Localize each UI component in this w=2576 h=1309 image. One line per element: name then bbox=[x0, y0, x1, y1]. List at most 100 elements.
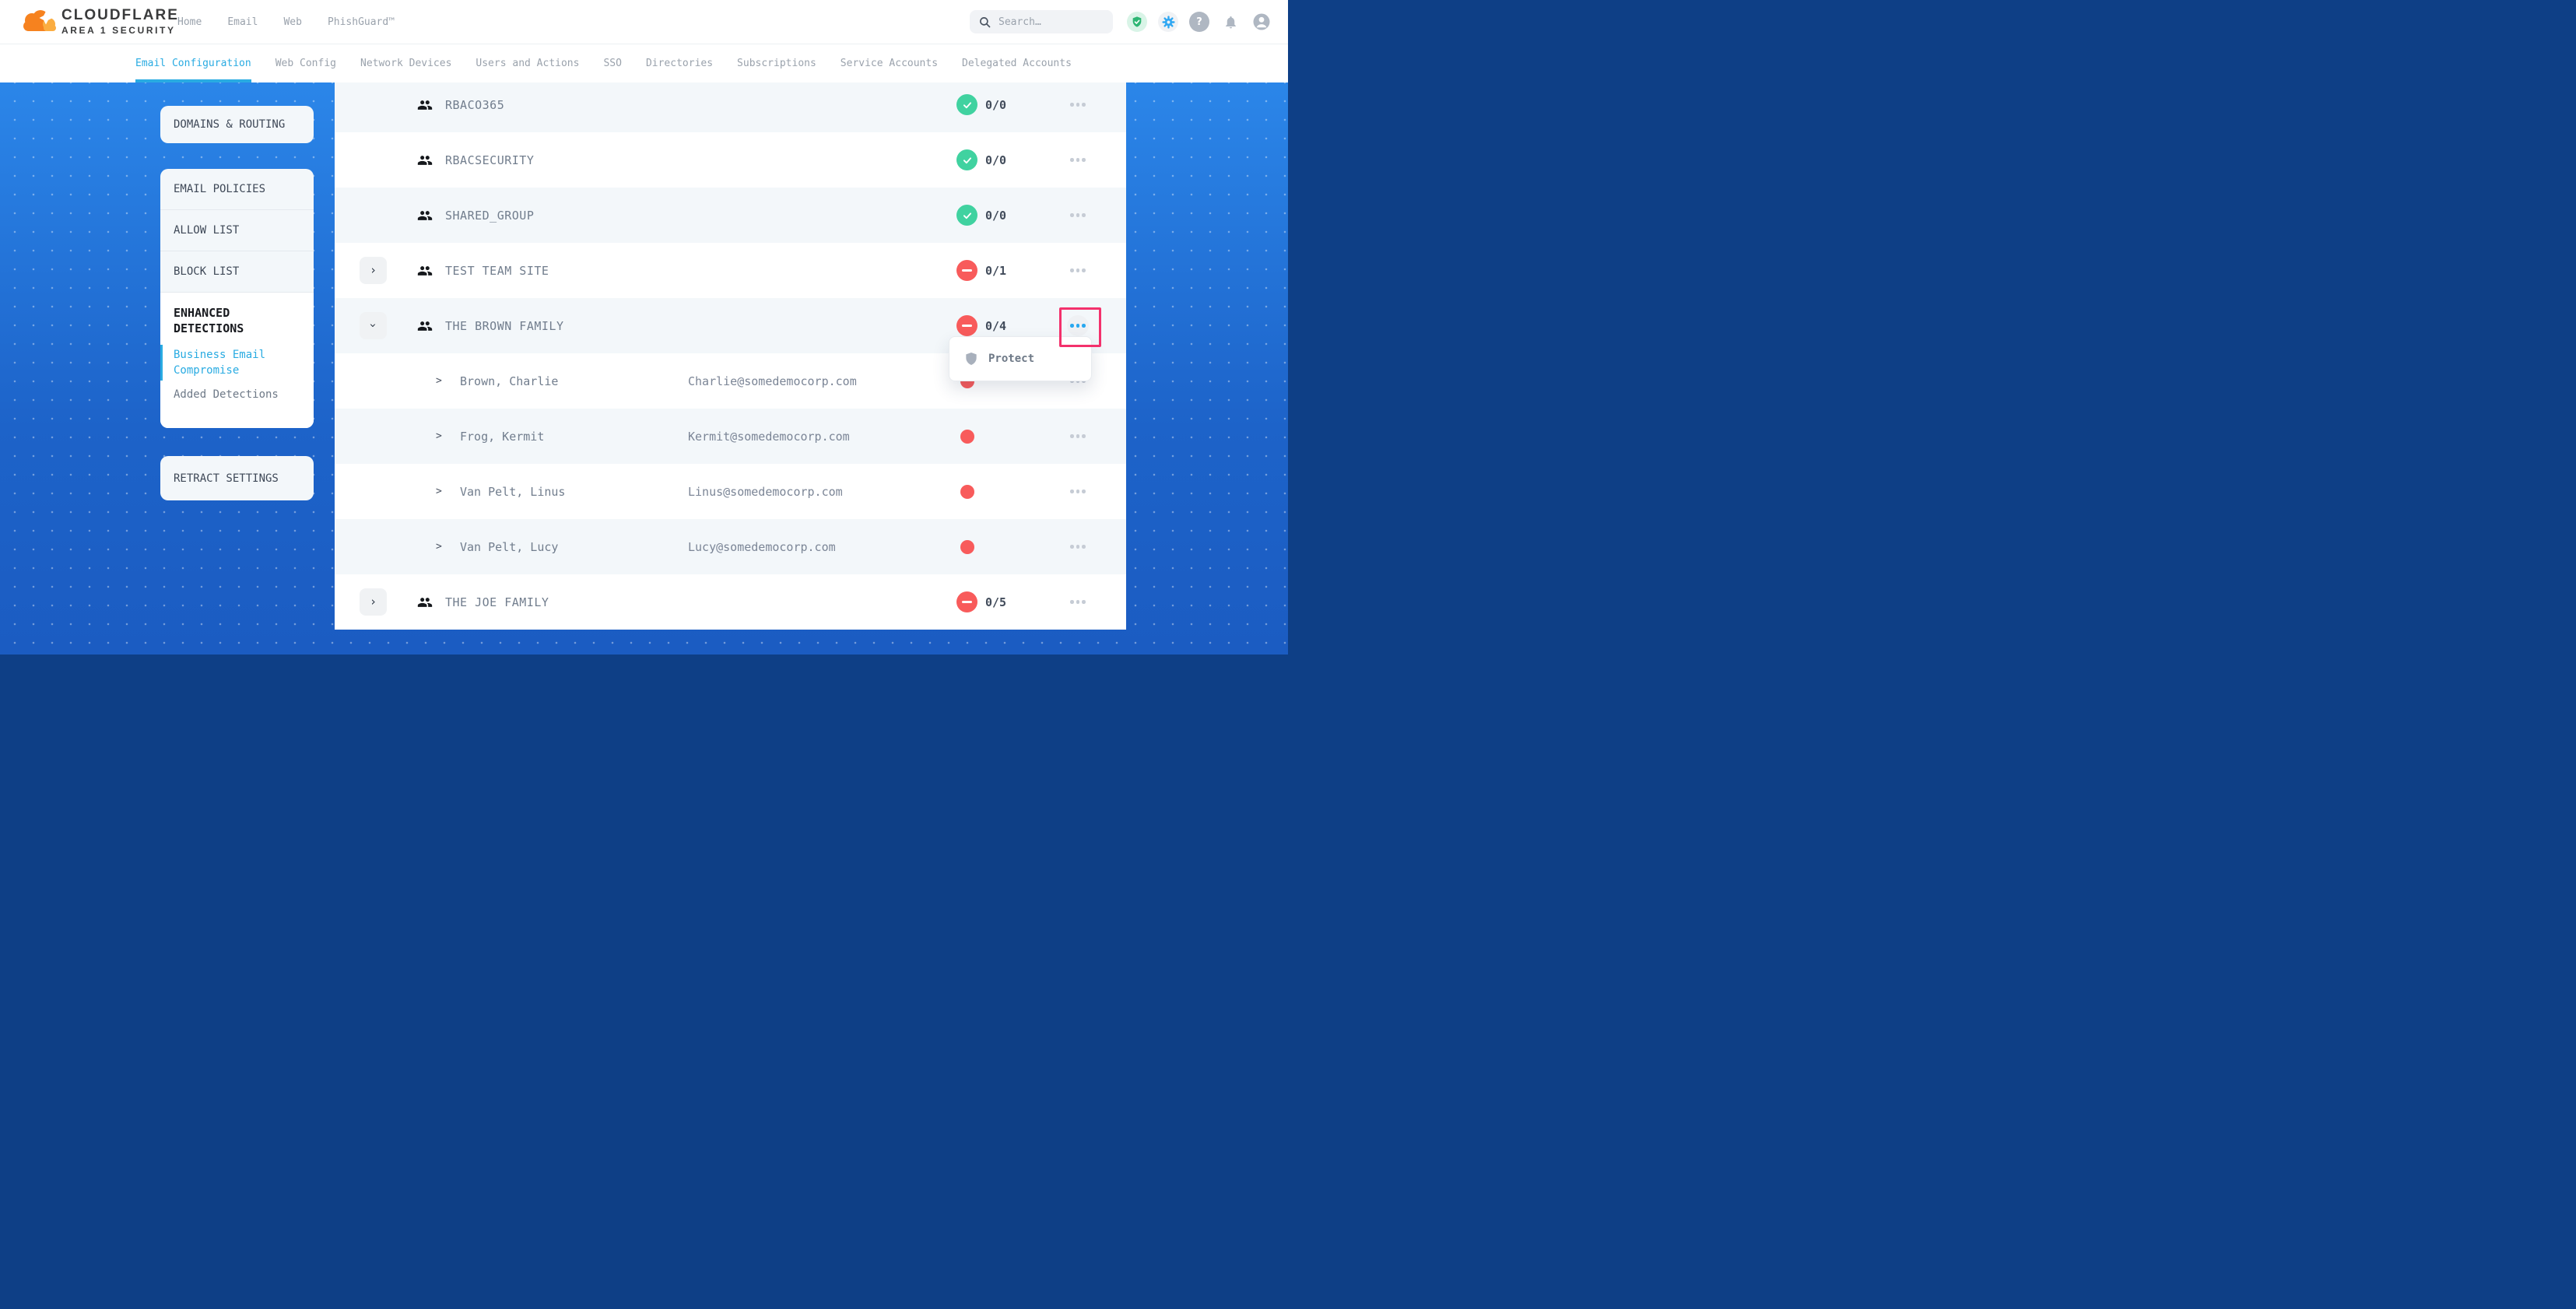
row-actions-menu-van-pelt-lucy[interactable] bbox=[1067, 536, 1089, 557]
sidebar-item-block-list[interactable]: BLOCK LIST bbox=[160, 251, 314, 293]
sidebar-item-added-detections[interactable]: Added Detections bbox=[174, 388, 303, 401]
account-icon[interactable] bbox=[1251, 12, 1272, 32]
sidebar-label: DOMAINS & ROUTING bbox=[174, 118, 285, 131]
table-row-member-van-pelt-linus: > Van Pelt, Linus Linus@somedemocorp.com bbox=[335, 464, 1126, 519]
tab-users-and-actions[interactable]: Users and Actions bbox=[476, 44, 579, 82]
tab-service-accounts[interactable]: Service Accounts bbox=[841, 44, 938, 82]
brand-line1: CLOUDFLARE bbox=[61, 8, 179, 23]
protected-count: 0/0 bbox=[985, 77, 1006, 132]
member-email: Linus@somedemocorp.com bbox=[688, 464, 843, 519]
row-actions-menu-van-pelt-linus[interactable] bbox=[1067, 481, 1089, 502]
sidebar-item-domains-routing[interactable]: DOMAINS & ROUTING bbox=[160, 106, 314, 143]
row-actions-menu-frog-kermit[interactable] bbox=[1067, 426, 1089, 447]
sidebar-policy-card: EMAIL POLICIESALLOW LISTBLOCK LIST ENHAN… bbox=[160, 169, 314, 428]
minus-icon bbox=[962, 269, 972, 272]
cloudflare-cloud-icon bbox=[20, 8, 56, 33]
group-icon bbox=[417, 263, 433, 279]
group-icon bbox=[417, 318, 433, 334]
group-icon bbox=[417, 153, 433, 168]
row-actions-menu-the-joe-family[interactable] bbox=[1067, 591, 1089, 612]
header-icons: ? bbox=[1127, 12, 1272, 32]
member-name: Frog, Kermit bbox=[460, 409, 544, 464]
tab-sso[interactable]: SSO bbox=[603, 44, 621, 82]
row-actions-menu-rbacsecurity[interactable] bbox=[1067, 149, 1089, 170]
status-dot-unprotected bbox=[960, 430, 974, 444]
group-name: RBACSECURITY bbox=[445, 132, 534, 188]
status-badge-unprotected bbox=[956, 260, 977, 281]
help-icon[interactable]: ? bbox=[1189, 12, 1209, 32]
tab-delegated-accounts[interactable]: Delegated Accounts bbox=[962, 44, 1072, 82]
nav-link-home[interactable]: Home bbox=[177, 16, 202, 28]
chevron-icon: › bbox=[367, 321, 381, 328]
status-dot-unprotected bbox=[960, 540, 974, 554]
member-name: Van Pelt, Lucy bbox=[460, 519, 558, 574]
member-chevron-icon: > bbox=[436, 409, 442, 464]
sidebar-policy-items: EMAIL POLICIESALLOW LISTBLOCK LIST bbox=[160, 169, 314, 293]
tab-directories[interactable]: Directories bbox=[646, 44, 713, 82]
expand-toggle-the-joe-family[interactable]: › bbox=[360, 588, 387, 616]
status-badge-unprotected bbox=[956, 315, 977, 336]
table-row-member-frog-kermit: > Frog, Kermit Kermit@somedemocorp.com bbox=[335, 409, 1126, 464]
search-input[interactable]: Search… bbox=[970, 10, 1113, 33]
sidebar-item-business-email-compromise[interactable]: Business Email Compromise bbox=[174, 347, 290, 378]
nav-link-phishguard[interactable]: PhishGuard™ bbox=[328, 16, 395, 28]
sidebar-item-email-policies[interactable]: EMAIL POLICIES bbox=[160, 169, 314, 210]
table-row-group-the-joe-family: › THE JOE FAMILY 0/5 bbox=[335, 574, 1126, 630]
chevron-icon: › bbox=[370, 595, 377, 609]
group-name: SHARED_GROUP bbox=[445, 188, 534, 243]
group-name: RBACO365 bbox=[445, 77, 504, 132]
member-chevron-icon: > bbox=[436, 353, 442, 409]
top-header: CLOUDFLARE AREA 1 SECURITY Home Email Web P… bbox=[0, 0, 1288, 44]
row-actions-menu-shared-group[interactable] bbox=[1067, 205, 1089, 226]
cloudflare-logo[interactable]: CLOUDFLARE AREA 1 SECURITY bbox=[20, 8, 179, 35]
group-name: THE BROWN FAMILY bbox=[445, 298, 564, 353]
nav-link-web[interactable]: Web bbox=[283, 16, 301, 28]
annotation-highlight-rectangle bbox=[1059, 307, 1101, 347]
table-row-member-van-pelt-lucy: > Van Pelt, Lucy Lucy@somedemocorp.com bbox=[335, 519, 1126, 574]
section-tabs: Email Configuration Web Config Network Dev… bbox=[0, 44, 1288, 82]
status-dot-unprotected bbox=[960, 485, 974, 499]
tab-subscriptions[interactable]: Subscriptions bbox=[737, 44, 816, 82]
sidebar-section-enhanced-detections[interactable]: ENHANCED DETECTIONS Business Email Compr… bbox=[160, 293, 314, 428]
member-name: Van Pelt, Linus bbox=[460, 464, 565, 519]
sidebar-label: RETRACT SETTINGS bbox=[174, 472, 279, 485]
app-window: CLOUDFLARE AREA 1 SECURITY Home Email Web P… bbox=[0, 0, 1288, 654]
nav-link-email[interactable]: Email bbox=[227, 16, 258, 28]
row-actions-menu-test-team-site[interactable] bbox=[1067, 260, 1089, 281]
member-email: Charlie@somedemocorp.com bbox=[688, 353, 857, 409]
expand-toggle-test-team-site[interactable]: › bbox=[360, 257, 387, 284]
protected-count: 0/5 bbox=[985, 574, 1006, 630]
settings-gear-icon[interactable] bbox=[1158, 12, 1178, 32]
group-icon bbox=[417, 595, 433, 610]
tab-network-devices[interactable]: Network Devices bbox=[360, 44, 451, 82]
minus-icon bbox=[962, 325, 972, 327]
tab-email-configuration[interactable]: Email Configuration bbox=[135, 44, 251, 82]
member-email: Lucy@somedemocorp.com bbox=[688, 519, 836, 574]
minus-icon bbox=[962, 601, 972, 603]
protected-count: 0/1 bbox=[985, 243, 1006, 298]
enhanced-detections-heading: ENHANCED DETECTIONS bbox=[174, 305, 283, 336]
group-name: THE JOE FAMILY bbox=[445, 574, 549, 630]
search-placeholder: Search… bbox=[998, 16, 1041, 28]
search-icon bbox=[979, 16, 991, 28]
group-icon bbox=[417, 208, 433, 223]
notifications-bell-icon[interactable] bbox=[1220, 12, 1241, 32]
shield-icon bbox=[965, 352, 977, 366]
context-menu-item-protect[interactable]: Protect bbox=[988, 353, 1034, 365]
protected-count: 0/0 bbox=[985, 132, 1006, 188]
table-row-group-rbaco365: RBACO365 0/0 bbox=[335, 77, 1126, 132]
row-actions-menu-rbaco365[interactable] bbox=[1067, 94, 1089, 115]
collapse-toggle-the-brown-family[interactable]: › bbox=[360, 312, 387, 339]
sidebar-item-allow-list[interactable]: ALLOW LIST bbox=[160, 210, 314, 251]
group-icon bbox=[417, 97, 433, 113]
group-name: TEST TEAM SITE bbox=[445, 243, 549, 298]
member-email: Kermit@somedemocorp.com bbox=[688, 409, 850, 464]
tab-web-config[interactable]: Web Config bbox=[275, 44, 336, 82]
status-badge-protected bbox=[956, 205, 977, 226]
member-chevron-icon: > bbox=[436, 464, 442, 519]
sidebar-item-retract-settings[interactable]: RETRACT SETTINGS bbox=[160, 456, 314, 500]
header-nav: Home Email Web PhishGuard™ bbox=[177, 0, 395, 44]
member-chevron-icon: > bbox=[436, 519, 442, 574]
shield-check-icon[interactable] bbox=[1127, 12, 1147, 32]
status-badge-unprotected bbox=[956, 591, 977, 612]
